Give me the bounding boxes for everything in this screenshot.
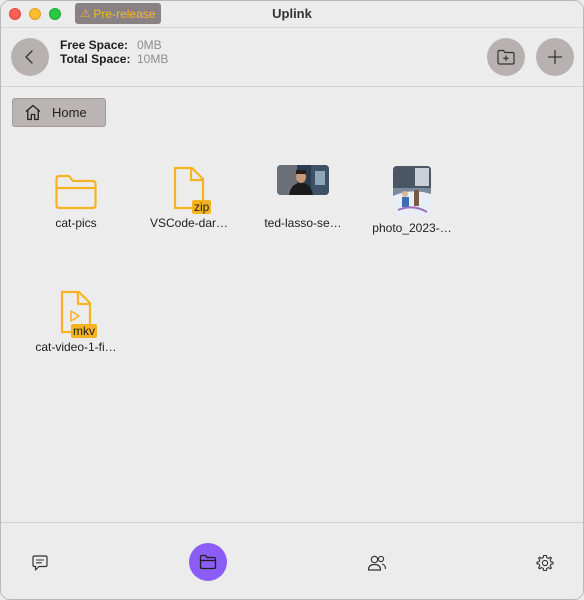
space-labels: Free Space: Total Space: [60, 38, 130, 66]
free-space-label: Free Space: [60, 38, 129, 52]
image-thumb [364, 165, 460, 216]
file-item[interactable]: zip VSCode-dar… [141, 165, 237, 230]
breadcrumb-home[interactable]: Home [12, 98, 106, 127]
settings-icon [536, 554, 554, 572]
image-thumb [255, 165, 351, 211]
bottom-nav [1, 522, 583, 599]
chat-nav-button[interactable] [28, 551, 52, 575]
title-bar: ⚠ Pre-release Uplink [1, 1, 583, 28]
space-values: 0MB 10MB [137, 38, 168, 66]
settings-nav-button[interactable] [533, 551, 557, 575]
files-nav-button[interactable] [189, 543, 227, 581]
folder-item[interactable]: cat-pics [28, 165, 124, 230]
image-thumbnail [277, 165, 329, 195]
free-space-value: 0MB [137, 38, 162, 52]
item-name: photo_2023-… [372, 221, 452, 235]
breadcrumb-label: Home [52, 105, 87, 120]
item-name: cat-video-1-fi… [35, 340, 117, 354]
total-space-label: Total Space: [60, 52, 131, 66]
video-thumb: mkv [28, 289, 124, 338]
new-folder-button[interactable] [487, 38, 525, 76]
item-name: ted-lasso-se… [264, 216, 342, 230]
app-window: ⚠ Pre-release Uplink Free Space: Total S… [0, 0, 584, 600]
back-button[interactable] [11, 38, 49, 76]
file-extension-badge: zip [192, 200, 212, 214]
image-item[interactable]: photo_2023-… [364, 165, 460, 235]
friends-icon [367, 555, 387, 571]
add-button[interactable] [536, 38, 574, 76]
files-toolbar: Free Space: Total Space: 0MB 10MB [1, 28, 583, 87]
image-item[interactable]: ted-lasso-se… [255, 165, 351, 230]
total-space-value: 10MB [137, 52, 169, 66]
video-item[interactable]: mkv cat-video-1-fi… [28, 289, 124, 354]
plus-icon [547, 49, 563, 65]
folder-thumb [28, 165, 124, 211]
home-icon [24, 104, 42, 121]
folder-icon [55, 174, 97, 210]
window-title: Uplink [272, 6, 312, 21]
item-name: VSCode-dar… [149, 216, 229, 230]
friends-nav-button[interactable] [365, 551, 389, 575]
item-name: cat-pics [55, 216, 97, 230]
chat-icon [32, 555, 48, 571]
back-icon [25, 50, 33, 64]
file-thumb: zip [141, 165, 237, 214]
image-thumbnail [393, 166, 431, 216]
files-icon [199, 554, 217, 570]
file-extension-badge: mkv [71, 324, 97, 338]
new-folder-icon [497, 49, 515, 65]
